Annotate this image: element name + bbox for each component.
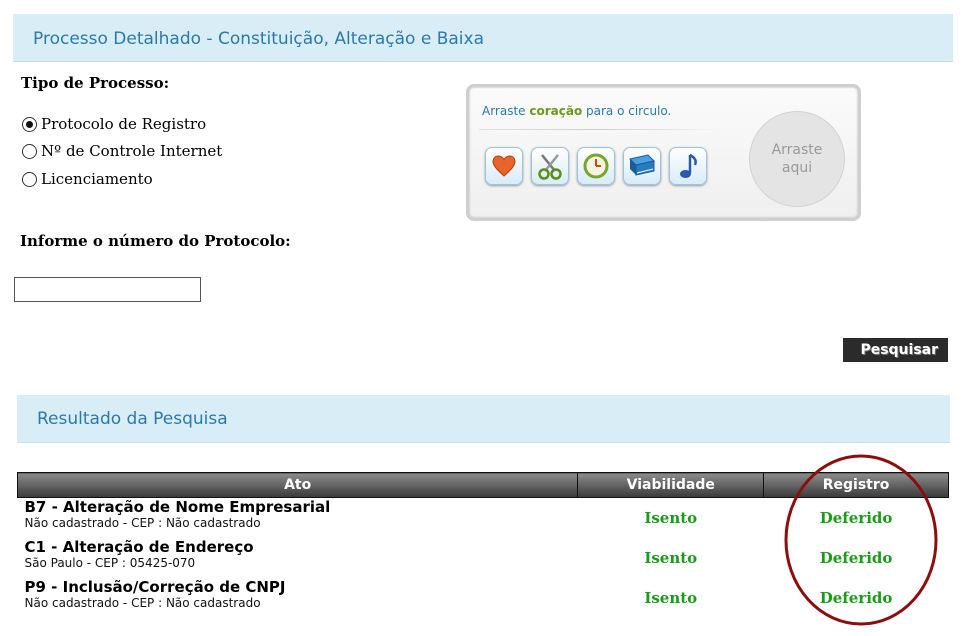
result-title: Resultado da Pesquisa bbox=[37, 409, 228, 429]
table-row: C1 - Alteração de Endereço São Paulo - C… bbox=[18, 538, 949, 578]
column-header-registro: Registro bbox=[763, 472, 949, 498]
captcha-drop-target[interactable]: Arraste aqui bbox=[749, 111, 845, 207]
ato-title: P9 - Inclusão/Correção de CNPJ bbox=[24, 577, 286, 596]
book-icon[interactable] bbox=[623, 147, 661, 185]
radio-checked-icon[interactable] bbox=[22, 116, 37, 132]
radio-unchecked-icon[interactable] bbox=[22, 171, 37, 187]
radio-licenciamento[interactable]: Licenciamento bbox=[22, 170, 153, 188]
viabilidade-status: Isento bbox=[644, 548, 698, 567]
process-type-label: Tipo de Processo: bbox=[21, 74, 170, 92]
captcha-keyword: coração bbox=[529, 104, 583, 118]
ato-title: B7 - Alteração de Nome Empresarial bbox=[24, 498, 331, 516]
radio-label: Licenciamento bbox=[41, 170, 153, 188]
registro-status: Deferido bbox=[819, 548, 893, 567]
table-row: B7 - Alteração de Nome Empresarial Não c… bbox=[18, 498, 949, 538]
captcha-divider bbox=[479, 129, 719, 130]
viabilidade-status: Isento bbox=[644, 509, 698, 527]
heart-icon[interactable] bbox=[485, 147, 523, 185]
registro-status: Deferido bbox=[819, 588, 893, 607]
clock-icon[interactable] bbox=[577, 147, 615, 185]
result-header: Resultado da Pesquisa bbox=[17, 395, 950, 443]
search-button[interactable]: Pesquisar bbox=[843, 338, 948, 362]
scissors-icon[interactable] bbox=[531, 147, 569, 185]
radio-label: Nº de Controle Internet bbox=[41, 142, 223, 160]
registro-status: Deferido bbox=[819, 509, 893, 527]
page-header: Processo Detalhado - Constituição, Alter… bbox=[13, 14, 953, 62]
result-table: Ato Viabilidade Registro B7 - Alteração … bbox=[16, 472, 949, 618]
drag-captcha-widget: Arraste coração para o circulo. Arraste a… bbox=[466, 84, 861, 221]
ato-cell: P9 - Inclusão/Correção de CNPJ Não cadas… bbox=[18, 578, 578, 618]
table-row: P9 - Inclusão/Correção de CNPJ Não cadas… bbox=[18, 578, 949, 618]
radio-controle-internet[interactable]: Nº de Controle Internet bbox=[22, 142, 222, 160]
column-header-viabilidade: Viabilidade bbox=[577, 472, 765, 498]
radio-protocolo-registro[interactable]: Protocolo de Registro bbox=[22, 115, 206, 133]
ato-location: Não cadastrado - CEP : Não cadastrado bbox=[24, 595, 261, 610]
page-title: Processo Detalhado - Constituição, Alter… bbox=[33, 29, 484, 49]
protocol-number-input[interactable] bbox=[14, 277, 201, 302]
ato-cell: B7 - Alteração de Nome Empresarial Não c… bbox=[18, 498, 578, 538]
viabilidade-status: Isento bbox=[644, 588, 698, 607]
ato-location: Não cadastrado - CEP : Não cadastrado bbox=[24, 516, 261, 530]
captcha-instruction: Arraste coração para o circulo. bbox=[482, 104, 672, 118]
music-note-icon[interactable] bbox=[669, 147, 707, 185]
table-header-row: Ato Viabilidade Registro bbox=[16, 472, 949, 498]
radio-unchecked-icon[interactable] bbox=[22, 143, 37, 159]
ato-cell: C1 - Alteração de Endereço São Paulo - C… bbox=[18, 538, 578, 578]
column-header-ato: Ato bbox=[16, 472, 579, 498]
protocol-number-label: Informe o número do Protocolo: bbox=[20, 232, 291, 250]
radio-label: Protocolo de Registro bbox=[41, 115, 207, 133]
ato-title: C1 - Alteração de Endereço bbox=[24, 537, 254, 556]
ato-location: São Paulo - CEP : 05425-070 bbox=[24, 555, 196, 570]
